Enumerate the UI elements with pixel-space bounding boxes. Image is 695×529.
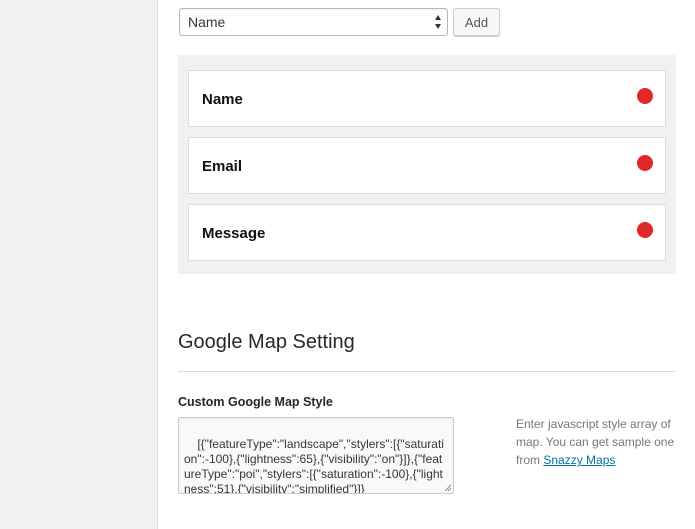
form-fields-panel: Name Email Message — [178, 55, 676, 274]
remove-field-icon[interactable] — [637, 155, 653, 171]
settings-content: Name Add Name Email Message Google Map S… — [158, 0, 695, 529]
field-item-email[interactable]: Email — [188, 137, 666, 194]
map-style-value: [{"featureType":"landscape","stylers":[{… — [184, 437, 444, 494]
field-item-message[interactable]: Message — [188, 204, 666, 261]
resize-handle-icon[interactable] — [444, 484, 451, 491]
add-field-button[interactable]: Add — [453, 8, 500, 36]
snazzy-maps-link[interactable]: Snazzy Maps — [543, 453, 615, 467]
admin-sidebar-gutter — [0, 0, 158, 529]
remove-field-icon[interactable] — [637, 88, 653, 104]
map-style-label: Custom Google Map Style — [178, 395, 333, 409]
field-item-label: Email — [202, 158, 243, 175]
remove-field-icon[interactable] — [637, 222, 653, 238]
map-style-textarea[interactable]: [{"featureType":"landscape","stylers":[{… — [178, 417, 454, 494]
field-item-label: Name — [202, 91, 243, 108]
field-type-select-value: Name — [188, 14, 226, 30]
field-item-label: Message — [202, 225, 266, 242]
field-type-select[interactable]: Name — [179, 8, 448, 36]
section-title: Google Map Setting — [178, 331, 355, 353]
field-item-name[interactable]: Name — [188, 70, 666, 127]
select-arrows-icon — [435, 15, 441, 29]
section-divider — [178, 371, 676, 372]
map-style-help: Enter javascript style array of map. You… — [516, 415, 681, 469]
